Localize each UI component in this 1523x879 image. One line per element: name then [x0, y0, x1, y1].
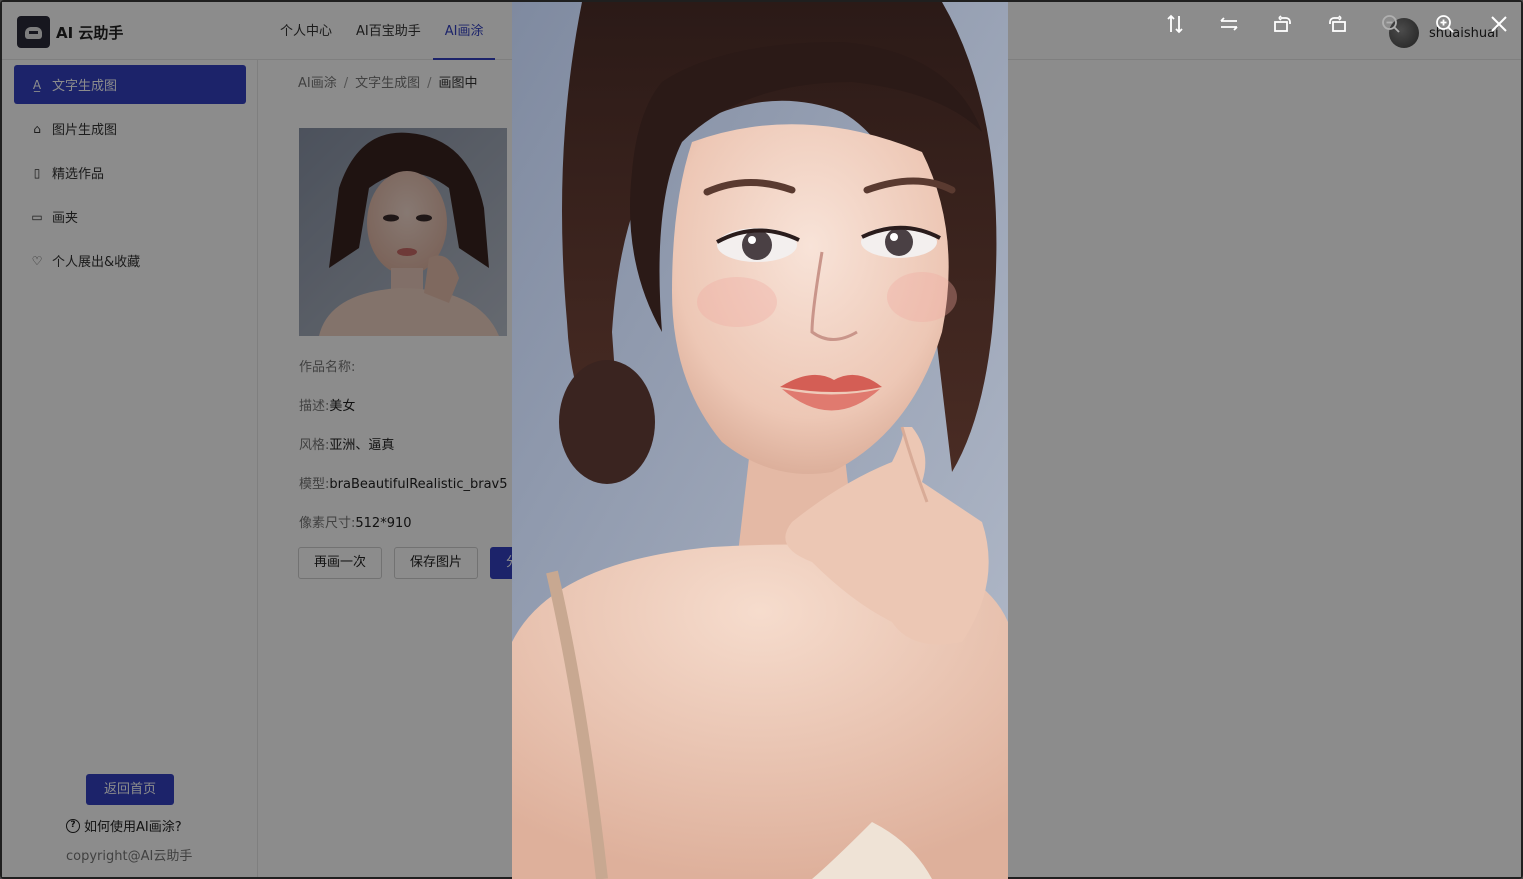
flip-horizontal-icon[interactable]	[1217, 12, 1241, 36]
rotate-right-icon[interactable]	[1325, 12, 1349, 36]
flip-vertical-icon[interactable]	[1163, 12, 1187, 36]
image-preview[interactable]	[512, 2, 1008, 879]
rotate-left-icon[interactable]	[1271, 12, 1295, 36]
zoom-out-icon[interactable]	[1379, 12, 1403, 36]
close-icon[interactable]	[1487, 12, 1511, 36]
zoom-in-icon[interactable]	[1433, 12, 1457, 36]
